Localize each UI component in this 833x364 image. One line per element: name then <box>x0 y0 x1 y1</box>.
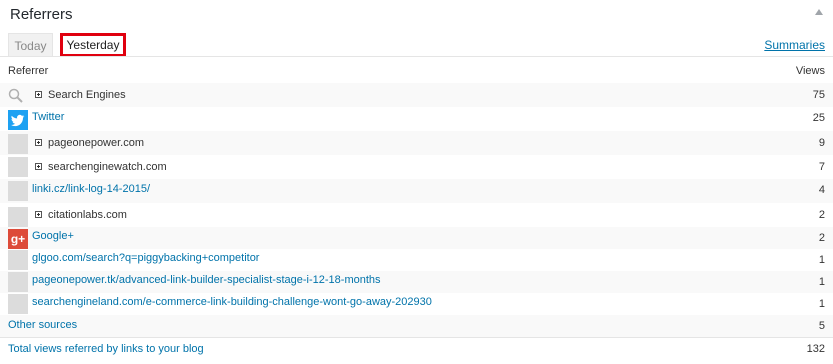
site-icon <box>8 157 28 177</box>
tab-yesterday[interactable]: Yesterday <box>60 33 126 57</box>
other-sources-row: Other sources 5 <box>0 315 833 337</box>
table-row: Twitter 25 <box>0 107 833 131</box>
referrer-link[interactable]: Google+ <box>32 230 74 242</box>
site-icon <box>8 207 28 227</box>
collapse-arrow-icon[interactable] <box>815 9 823 15</box>
tab-divider <box>0 56 833 57</box>
referrer-views: 4 <box>818 184 825 196</box>
referrer-label: searchenginewatch.com <box>48 161 167 173</box>
widget-title: Referrers <box>10 6 73 23</box>
widget-header: Referrers <box>0 0 833 30</box>
table-row: pageonepower.tk/advanced-link-builder-sp… <box>0 271 833 293</box>
total-views-count: 132 <box>806 343 825 355</box>
referrer-views: 25 <box>812 112 825 124</box>
table-row: linki.cz/link-log-14-2015/ 4 <box>0 179 833 203</box>
referrer-views: 1 <box>818 276 825 288</box>
table-row: searchengineland.com/e-commerce-link-bui… <box>0 293 833 315</box>
referrer-link[interactable]: linki.cz/link-log-14-2015/ <box>32 183 150 195</box>
table-row: glgoo.com/search?q=piggybacking+competit… <box>0 249 833 271</box>
referrer-views: 7 <box>818 161 825 173</box>
referrer-label: pageonepower.com <box>48 137 145 149</box>
referrer-link[interactable]: searchengineland.com/e-commerce-link-bui… <box>32 296 432 308</box>
referrer-views: 1 <box>818 298 825 310</box>
total-divider <box>0 337 833 338</box>
referrer-link[interactable]: Twitter <box>32 111 64 123</box>
expand-icon[interactable] <box>35 211 42 218</box>
expand-icon[interactable] <box>35 139 42 146</box>
referrer-column-header: Referrer <box>8 65 49 77</box>
other-sources-link[interactable]: Other sources <box>8 319 77 331</box>
site-icon <box>8 294 28 314</box>
site-icon <box>8 134 28 154</box>
table-row: g+ Google+ 2 <box>0 227 833 249</box>
site-icon <box>8 250 28 270</box>
table-row: pageonepower.com 9 <box>0 131 833 155</box>
site-icon <box>8 272 28 292</box>
referrer-views: 1 <box>818 254 825 266</box>
table-row: citationlabs.com 2 <box>0 203 833 227</box>
referrer-views: 2 <box>818 209 825 221</box>
views-column-header: Views <box>795 65 825 77</box>
table-row: searchenginewatch.com 7 <box>0 155 833 179</box>
referrer-link[interactable]: pageonepower.tk/advanced-link-builder-sp… <box>32 274 381 286</box>
referrer-views: 9 <box>818 137 825 149</box>
total-views-link[interactable]: Total views referred by links to your bl… <box>8 343 204 355</box>
search-icon <box>8 88 28 108</box>
summaries-link[interactable]: Summaries <box>764 38 825 52</box>
table-row: Search Engines 75 <box>0 83 833 107</box>
referrer-label: citationlabs.com <box>48 209 127 221</box>
referrer-label: Search Engines <box>48 89 126 101</box>
tab-today[interactable]: Today <box>8 33 53 57</box>
expand-icon[interactable] <box>35 91 42 98</box>
google-plus-icon: g+ <box>8 229 28 249</box>
referrer-views: 75 <box>812 89 825 101</box>
referrer-views: 2 <box>818 232 825 244</box>
site-icon <box>8 181 28 201</box>
expand-icon[interactable] <box>35 163 42 170</box>
other-sources-views: 5 <box>818 320 825 332</box>
referrer-link[interactable]: glgoo.com/search?q=piggybacking+competit… <box>32 252 259 264</box>
twitter-icon <box>8 110 28 130</box>
